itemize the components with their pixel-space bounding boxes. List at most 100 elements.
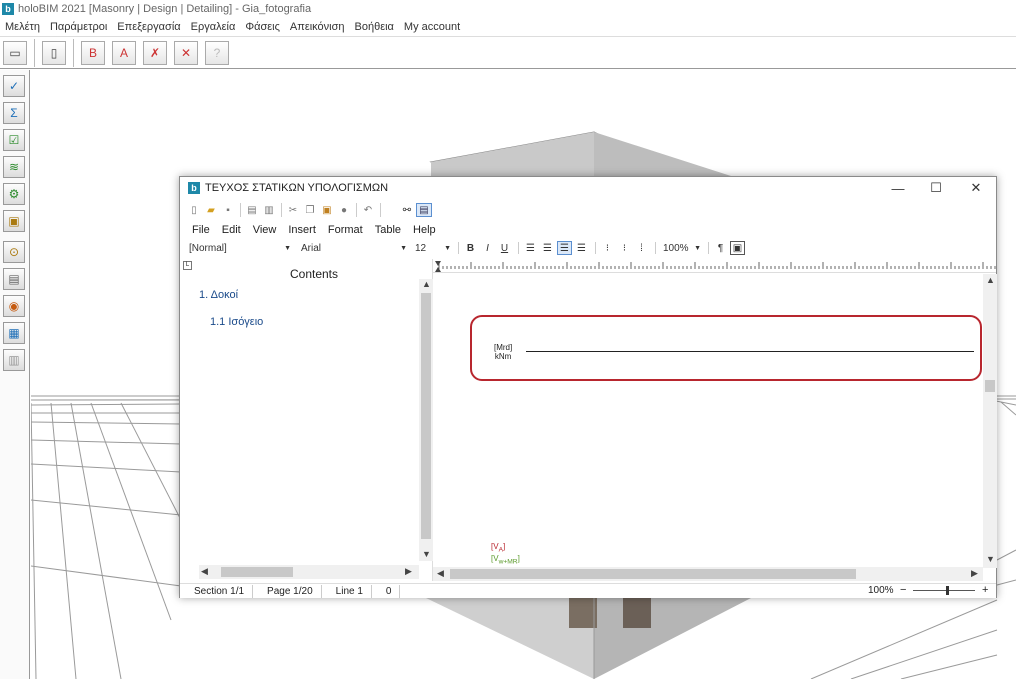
- menu-apeikonisi[interactable]: Απεικόνιση: [285, 21, 350, 33]
- menu-table[interactable]: Table: [369, 224, 407, 236]
- scroll-right-icon[interactable]: ▶: [971, 568, 978, 579]
- menu-insert[interactable]: Insert: [282, 224, 322, 236]
- align-right-icon[interactable]: ☰: [540, 241, 555, 255]
- paragraph-mark-icon[interactable]: ¶: [713, 241, 728, 255]
- close-icon[interactable]: ✕: [174, 40, 198, 65]
- zoom-select[interactable]: 100% ▼: [660, 241, 704, 255]
- indent-icon[interactable]: ⁞: [634, 241, 649, 255]
- font-value: Arial: [301, 242, 322, 254]
- menu-parametroi[interactable]: Παράμετροι: [45, 21, 112, 33]
- report-dialog: b ΤΕΥΧΟΣ ΣΤΑΤΙΚΩΝ ΥΠΟΛΟΓΙΣΜΩΝ — ☐ ✕ ▯ ▰ …: [179, 176, 997, 598]
- bullet-list-icon[interactable]: ⁝: [600, 241, 615, 255]
- underline-button[interactable]: U: [497, 241, 512, 255]
- scroll-thumb[interactable]: [450, 569, 856, 579]
- align-left-icon[interactable]: ☰: [523, 241, 538, 255]
- size-select[interactable]: 12 ▼: [412, 241, 454, 255]
- scroll-up-icon[interactable]: ▲: [422, 279, 431, 289]
- help-icon[interactable]: ?: [205, 40, 229, 65]
- menu-file[interactable]: File: [186, 224, 216, 236]
- stop-icon[interactable]: ●: [336, 203, 352, 217]
- report-a-icon[interactable]: A: [112, 40, 136, 65]
- scroll-up-icon[interactable]: ▲: [986, 275, 995, 285]
- zoom-out-button[interactable]: −: [900, 584, 906, 596]
- scroll-down-icon[interactable]: ▼: [986, 554, 995, 564]
- menu-ergaleia[interactable]: Εργαλεία: [186, 21, 241, 33]
- delete-file-icon[interactable]: ✗: [143, 40, 167, 65]
- new-doc-icon[interactable]: ▯: [186, 203, 202, 217]
- page-view-icon[interactable]: ▤: [416, 203, 432, 217]
- find-icon[interactable]: ⚯: [399, 203, 415, 217]
- print-preview-icon[interactable]: ▥: [261, 203, 277, 217]
- open-folder-icon[interactable]: ▰: [203, 203, 219, 217]
- copy-icon[interactable]: ❐: [302, 203, 318, 217]
- chevron-down-icon: ▼: [694, 244, 701, 252]
- va-label-text: [V: [491, 542, 499, 551]
- menu-my-account[interactable]: My account: [399, 21, 465, 33]
- scroll-right-icon[interactable]: ▶: [405, 566, 412, 577]
- document-page[interactable]: [Mrd] kNm [VA] [Vw+MR]: [433, 274, 996, 568]
- menu-help[interactable]: Help: [407, 224, 442, 236]
- save-icon[interactable]: ▣: [3, 210, 25, 232]
- font-select[interactable]: Arial ▼: [298, 241, 410, 255]
- scroll-left-icon[interactable]: ◀: [437, 568, 444, 579]
- scroll-thumb[interactable]: [221, 567, 293, 577]
- sum-icon[interactable]: Σ: [3, 102, 25, 124]
- bold-button[interactable]: B: [463, 241, 478, 255]
- minimize-icon[interactable]: —: [878, 177, 918, 199]
- save-disk-icon[interactable]: ▪: [220, 203, 236, 217]
- menu-epexergasia[interactable]: Επεξεργασία: [112, 21, 185, 33]
- undo-icon[interactable]: ↶: [360, 203, 376, 217]
- style-select[interactable]: [Normal] ▼: [186, 241, 294, 255]
- italic-button[interactable]: I: [480, 241, 495, 255]
- graph-icon[interactable]: ≋: [3, 156, 25, 178]
- chevron-down-icon: ▼: [284, 244, 291, 252]
- contents-horizontal-scrollbar[interactable]: ◀ ▶: [199, 565, 419, 579]
- scroll-down-icon[interactable]: ▼: [422, 549, 431, 559]
- cut-icon[interactable]: ✂: [285, 203, 301, 217]
- toc-item-isogeio[interactable]: 1.1 Ισόγειο: [210, 316, 263, 328]
- paste-icon[interactable]: ▣: [319, 203, 335, 217]
- contents-vertical-scrollbar[interactable]: ▲ ▼: [419, 279, 433, 561]
- grid-icon[interactable]: ▦: [3, 322, 25, 344]
- scroll-thumb[interactable]: [985, 380, 995, 392]
- frame-icon[interactable]: ▤: [3, 268, 25, 290]
- menu-faseis[interactable]: Φάσεις: [240, 21, 285, 33]
- scroll-left-icon[interactable]: ◀: [201, 566, 208, 577]
- align-center-icon[interactable]: ☰: [557, 241, 572, 255]
- style-value: [Normal]: [189, 242, 227, 254]
- va-label: [VA]: [491, 542, 505, 554]
- checklist-icon[interactable]: ☑: [3, 129, 25, 151]
- menu-format[interactable]: Format: [322, 224, 369, 236]
- menu-voitheia[interactable]: Βοήθεια: [350, 21, 399, 33]
- zoom-icon[interactable]: ⊙: [3, 241, 25, 263]
- ruler-corner-icon[interactable]: L: [183, 261, 192, 270]
- gears-icon[interactable]: ⚙: [3, 183, 25, 205]
- globe-icon[interactable]: ◉: [3, 295, 25, 317]
- zoom-slider-knob[interactable]: [946, 586, 950, 595]
- app-title: holoBIM 2021 [Masonry | Design | Detaili…: [18, 3, 312, 15]
- tool-separator: [380, 203, 381, 217]
- dialog-title-bar[interactable]: b ΤΕΥΧΟΣ ΣΤΑΤΙΚΩΝ ΥΠΟΛΟΓΙΣΜΩΝ: [180, 177, 996, 199]
- close-window-icon[interactable]: ✕: [956, 177, 996, 199]
- print-icon[interactable]: ▤: [244, 203, 260, 217]
- menu-meleti[interactable]: Μελέτη: [0, 21, 45, 33]
- vw-subscript: w+MR: [498, 558, 518, 566]
- horizontal-ruler[interactable]: [433, 259, 996, 273]
- new-file-icon[interactable]: ▭: [3, 40, 27, 65]
- align-justify-icon[interactable]: ☰: [574, 241, 589, 255]
- document-vertical-scrollbar[interactable]: ▲ ▼: [983, 274, 997, 568]
- check-icon[interactable]: ✓: [3, 75, 25, 97]
- scroll-thumb[interactable]: [421, 293, 431, 539]
- menu-edit[interactable]: Edit: [216, 224, 247, 236]
- maximize-icon[interactable]: ☐: [916, 177, 956, 199]
- document-horizontal-scrollbar[interactable]: ◀ ▶: [433, 567, 983, 581]
- open-file-icon[interactable]: ▯: [42, 40, 66, 65]
- report-b-icon[interactable]: B: [81, 40, 105, 65]
- print-icon[interactable]: ▥: [3, 349, 25, 371]
- zoom-in-button[interactable]: +: [982, 584, 988, 596]
- zoom-slider[interactable]: [913, 590, 975, 591]
- numbered-list-icon[interactable]: ⁝: [617, 241, 632, 255]
- menu-view[interactable]: View: [247, 224, 283, 236]
- page-break-icon[interactable]: ▣: [730, 241, 745, 255]
- toc-item-dokoi[interactable]: 1. Δοκοί: [199, 289, 238, 301]
